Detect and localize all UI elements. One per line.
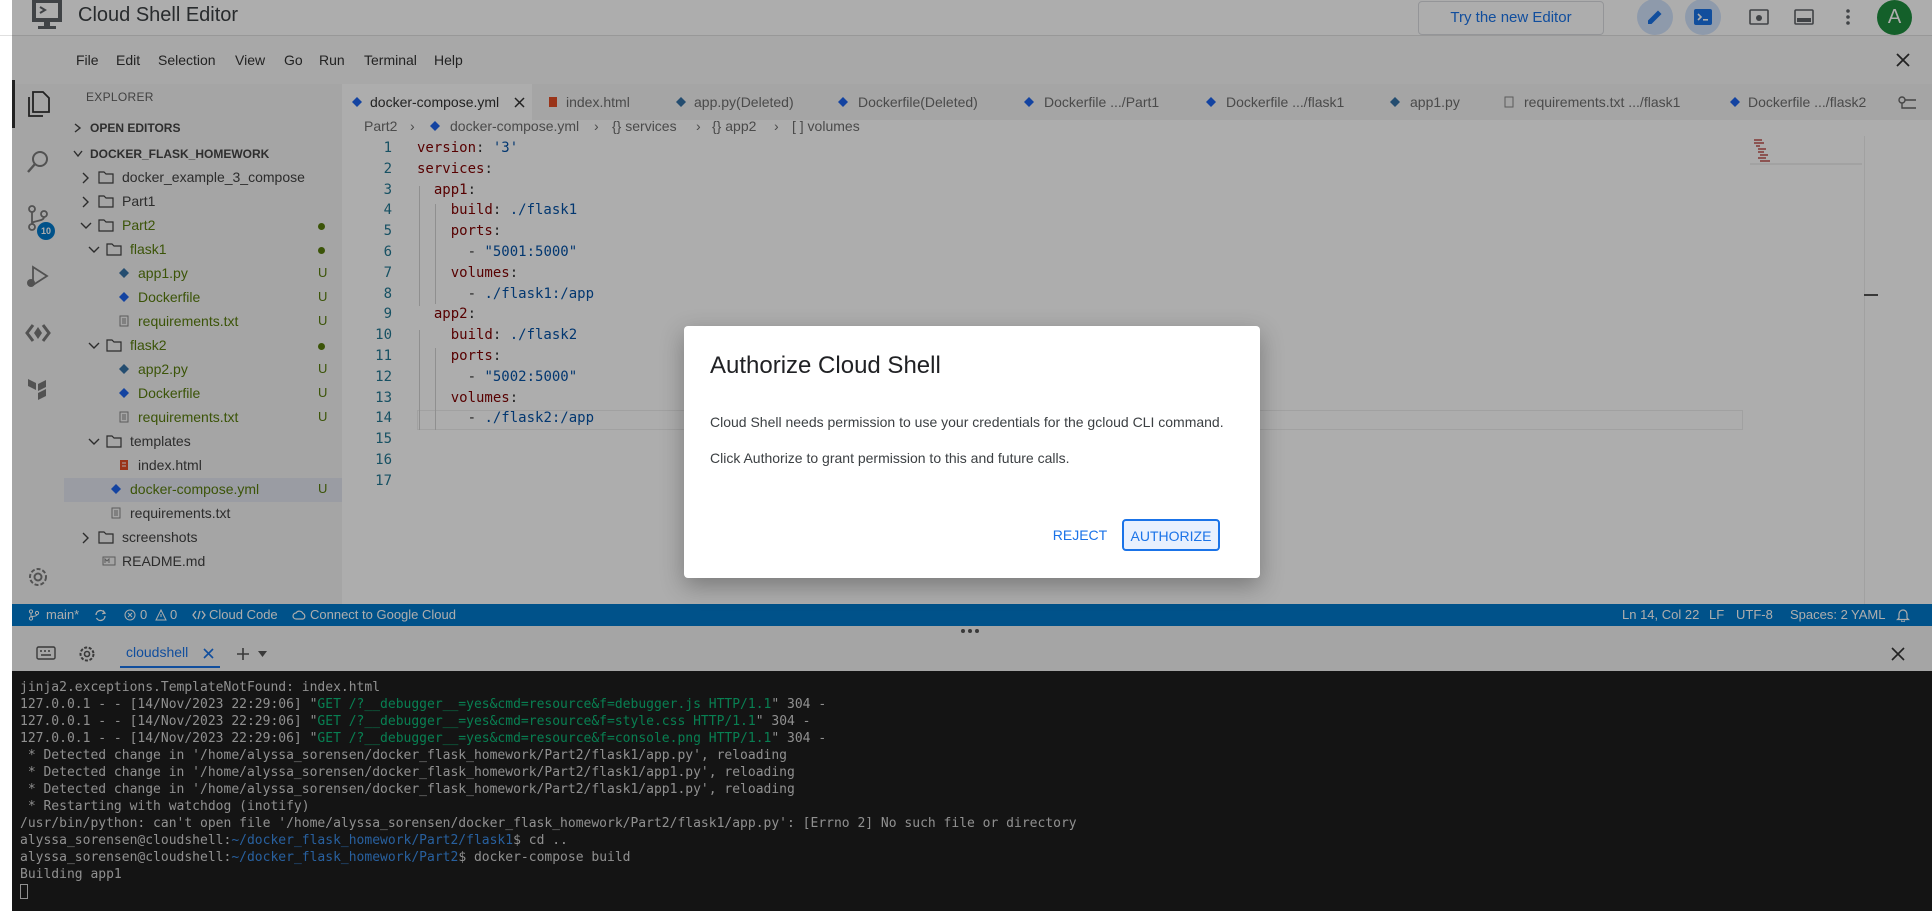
reject-button[interactable]: REJECT	[1044, 519, 1116, 551]
authorize-button[interactable]: AUTHORIZE	[1122, 519, 1220, 551]
dialog-message-secondary: Click Authorize to grant permission to t…	[710, 450, 1070, 466]
dialog-message: Cloud Shell needs permission to use your…	[710, 414, 1224, 430]
dialog-title: Authorize Cloud Shell	[710, 352, 941, 379]
authorize-dialog: Authorize Cloud Shell Cloud Shell needs …	[684, 326, 1260, 578]
